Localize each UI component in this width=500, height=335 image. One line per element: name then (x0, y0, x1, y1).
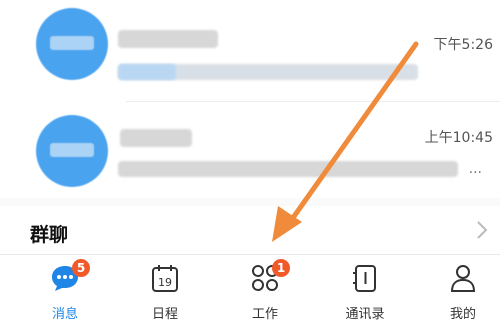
tab-label: 我的 (449, 307, 476, 322)
tab-me[interactable]: 我的 (428, 261, 498, 327)
tab-label: 工作 (251, 307, 278, 322)
section-title: 群聊 (30, 224, 69, 246)
notification-badge: 1 (272, 259, 290, 277)
tab-label: 消息 (51, 307, 78, 322)
preview-ellipsis: ... (468, 161, 482, 177)
message-preview-blurred (118, 161, 458, 177)
calendar-icon: 19 (152, 265, 178, 292)
chevron-right-icon (477, 221, 488, 239)
tab-contacts[interactable]: 通讯录 (330, 261, 400, 327)
avatar (36, 8, 108, 80)
contacts-icon (353, 265, 376, 292)
calendar-day-number: 19 (158, 276, 172, 289)
bottom-tab-bar: 5 消息 19 日程 1 工作 通讯录 我的 (0, 254, 500, 335)
unread-badge: 5 (72, 259, 90, 277)
section-gap (0, 198, 500, 206)
tab-schedule[interactable]: 19 日程 (130, 261, 200, 327)
tab-label: 通讯录 (345, 307, 385, 322)
divider (126, 101, 500, 102)
person-icon (450, 265, 476, 292)
contact-name-blurred (120, 129, 192, 147)
message-time: 下午5:26 (433, 37, 493, 53)
tab-label: 日程 (151, 307, 178, 322)
group-chat-section-header[interactable]: 群聊 (0, 206, 500, 254)
chat-list-item[interactable]: 下午5:26 (0, 0, 500, 100)
chat-list-item[interactable]: 上午10:45 ... (0, 103, 500, 203)
tab-messages[interactable]: 5 消息 (30, 259, 100, 327)
tab-work[interactable]: 1 工作 (230, 259, 300, 327)
contact-name-blurred (118, 30, 218, 48)
avatar (36, 115, 108, 187)
message-time: 上午10:45 (424, 130, 493, 146)
message-preview-blurred (118, 64, 176, 80)
